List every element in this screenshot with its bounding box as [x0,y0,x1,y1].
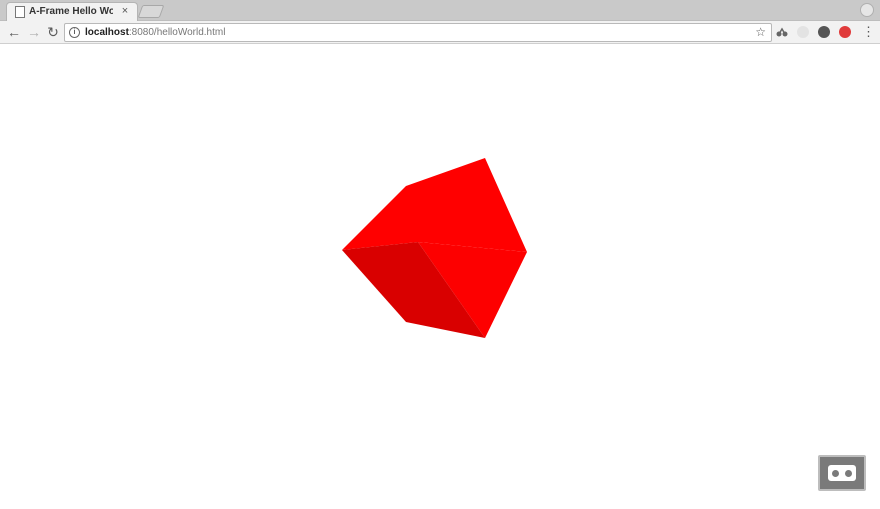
vr-eye-right [845,470,852,477]
aframe-scene[interactable] [0,44,880,504]
cube-face-top [342,158,527,252]
browser-tab[interactable]: A-Frame Hello World × [6,2,138,21]
scene-canvas[interactable] [0,44,880,504]
vr-eye-left [832,470,839,477]
reload-icon[interactable]: ↻ [45,24,61,40]
browser-title-bar: A-Frame Hello World × [0,0,880,21]
forward-icon[interactable]: → [26,24,42,40]
extension-icon[interactable] [839,26,851,38]
profile-icon[interactable] [860,3,874,17]
close-icon[interactable]: × [119,4,131,18]
tab-title: A-Frame Hello World [29,6,113,17]
vr-headset-icon [828,465,856,481]
menu-icon[interactable]: ⋮ [862,25,875,39]
vr-mode-button[interactable] [818,455,866,491]
url-path: :8080/helloWorld.html [128,27,226,38]
url-text[interactable]: localhost:8080/helloWorld.html [85,25,225,40]
back-icon[interactable]: ← [6,24,22,40]
info-icon[interactable]: i [69,27,80,38]
extension-icon[interactable] [797,26,809,38]
extension-icon[interactable] [776,26,788,38]
star-icon[interactable]: ☆ [755,24,766,40]
url-host: localhost [85,27,129,38]
page-icon [15,6,25,18]
address-bar[interactable]: i localhost:8080/helloWorld.html ☆ [64,23,772,42]
extension-icon[interactable] [818,26,830,38]
browser-toolbar: ← → ↻ i localhost:8080/helloWorld.html ☆… [0,21,880,44]
new-tab-button[interactable] [137,5,165,18]
